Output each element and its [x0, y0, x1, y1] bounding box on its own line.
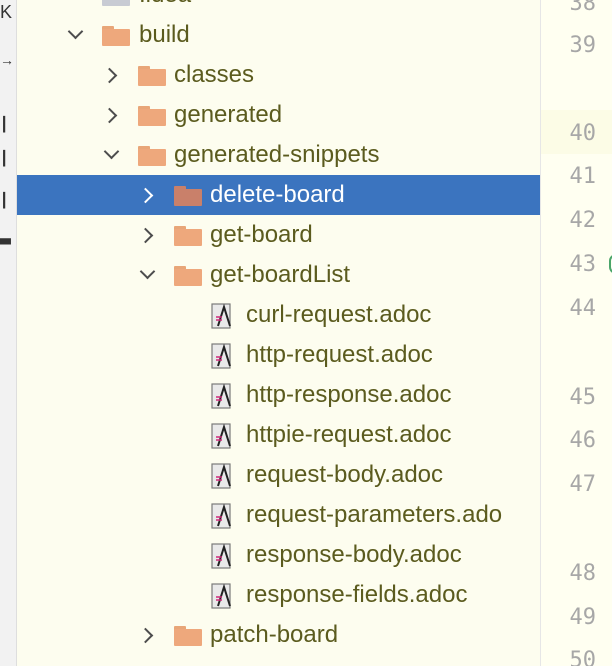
asciidoc-file-icon	[211, 583, 233, 609]
left-tool-strip: K → ┃ ┃ ┃ ▃	[0, 0, 17, 666]
line-number: 43	[569, 252, 597, 277]
asciidoc-file-icon	[211, 303, 233, 329]
tree-row-patch-board[interactable]: patch-board	[17, 615, 540, 655]
line-number: 47	[569, 472, 597, 497]
chevron-right-icon[interactable]	[101, 55, 125, 95]
tree-row-label: http-response.adoc	[246, 381, 452, 408]
tree-row-label: delete-board	[210, 181, 345, 208]
strip-glyph: K	[0, 2, 13, 22]
line-number: 44	[569, 296, 597, 321]
tree-row-label: http-request.adoc	[246, 341, 433, 368]
folder-icon	[174, 186, 202, 206]
strip-glyph: ┃	[0, 116, 9, 132]
chevron-right-icon[interactable]	[137, 175, 161, 215]
chevron-right-icon[interactable]	[101, 95, 125, 135]
asciidoc-file-icon	[211, 463, 233, 489]
tree-row-label: generated	[174, 101, 283, 128]
tree-row-build[interactable]: build	[17, 15, 540, 55]
line-number: 41	[569, 164, 597, 189]
tree-row-generated[interactable]: generated	[17, 95, 540, 135]
tree-row-label: response-body.adoc	[246, 541, 462, 568]
folder-icon	[138, 106, 166, 126]
asciidoc-file-icon	[211, 543, 233, 569]
tree-row-label: httpie-request.adoc	[246, 421, 452, 448]
strip-glyph: ┃	[0, 150, 9, 166]
line-number: 42	[569, 208, 597, 233]
folder-icon	[102, 26, 130, 46]
tree-row-file[interactable]: request-parameters.ado	[17, 495, 540, 535]
tree-row-file[interactable]: curl-request.adoc	[17, 295, 540, 335]
tree-row-label: request-body.adoc	[246, 461, 444, 488]
line-number: 40	[569, 121, 597, 146]
tree-row-file[interactable]: httpie-request.adoc	[17, 415, 540, 455]
tree-row-get-board[interactable]: get-board	[17, 215, 540, 255]
asciidoc-file-icon	[211, 423, 233, 449]
line-number: 49	[569, 605, 597, 630]
line-number: 50	[569, 648, 597, 666]
strip-glyph: ▃	[0, 228, 11, 244]
tree-row-label: build	[139, 21, 190, 48]
line-number: 48	[569, 561, 597, 586]
folder-icon	[174, 226, 202, 246]
tree-row-generated-snippets[interactable]: generated-snippets	[17, 135, 540, 175]
folder-icon	[138, 66, 166, 86]
project-tree: .idea build classes generated generated-…	[17, 0, 540, 666]
chevron-down-icon[interactable]	[64, 15, 88, 55]
tree-row-label: curl-request.adoc	[246, 301, 432, 328]
asciidoc-file-icon	[211, 503, 233, 529]
strip-arrow-icon[interactable]: →	[0, 52, 14, 68]
tree-row-label: get-board	[210, 221, 313, 248]
chevron-down-icon[interactable]	[136, 255, 160, 295]
folder-icon	[138, 146, 166, 166]
strip-glyph: ┃	[0, 192, 9, 208]
folder-icon	[174, 266, 202, 286]
asciidoc-file-icon	[211, 343, 233, 369]
line-number: 46	[569, 428, 597, 453]
folder-icon	[174, 626, 202, 646]
chevron-right-icon[interactable]	[137, 655, 161, 666]
chevron-right-icon[interactable]	[137, 615, 161, 655]
tree-row-get-boardlist[interactable]: get-boardList	[17, 255, 540, 295]
editor-gutter: 38 39 40 41 42 43 44 45 46 47 48 49 50	[541, 0, 612, 666]
tree-row-file[interactable]: response-body.adoc	[17, 535, 540, 575]
tree-row-idea[interactable]: .idea	[17, 0, 540, 15]
tree-row-file[interactable]: http-request.adoc	[17, 335, 540, 375]
tree-row-file[interactable]: response-fields.adoc	[17, 575, 540, 615]
tree-row-classes[interactable]: classes	[17, 55, 540, 95]
chevron-right-icon[interactable]	[137, 215, 161, 255]
tree-row-label: .idea	[139, 0, 191, 15]
folder-icon	[102, 0, 130, 6]
chevron-down-icon[interactable]	[100, 135, 124, 175]
tree-row-label: classes	[174, 61, 255, 88]
line-number: 38	[569, 0, 597, 16]
tree-row-file[interactable]: http-response.adoc	[17, 375, 540, 415]
tree-row-label: response-fields.adoc	[246, 581, 468, 608]
tree-row-partial[interactable]	[17, 655, 540, 666]
tree-row-delete-board[interactable]: delete-board	[17, 175, 540, 215]
tree-row-file[interactable]: request-body.adoc	[17, 455, 540, 495]
tree-row-label: request-parameters.ado	[246, 501, 503, 528]
asciidoc-file-icon	[211, 383, 233, 409]
line-number: 45	[569, 385, 597, 410]
line-number: 39	[569, 33, 597, 58]
tree-row-label: patch-board	[210, 621, 339, 648]
tree-row-label: generated-snippets	[174, 141, 380, 168]
tree-row-label: get-boardList	[210, 261, 351, 288]
